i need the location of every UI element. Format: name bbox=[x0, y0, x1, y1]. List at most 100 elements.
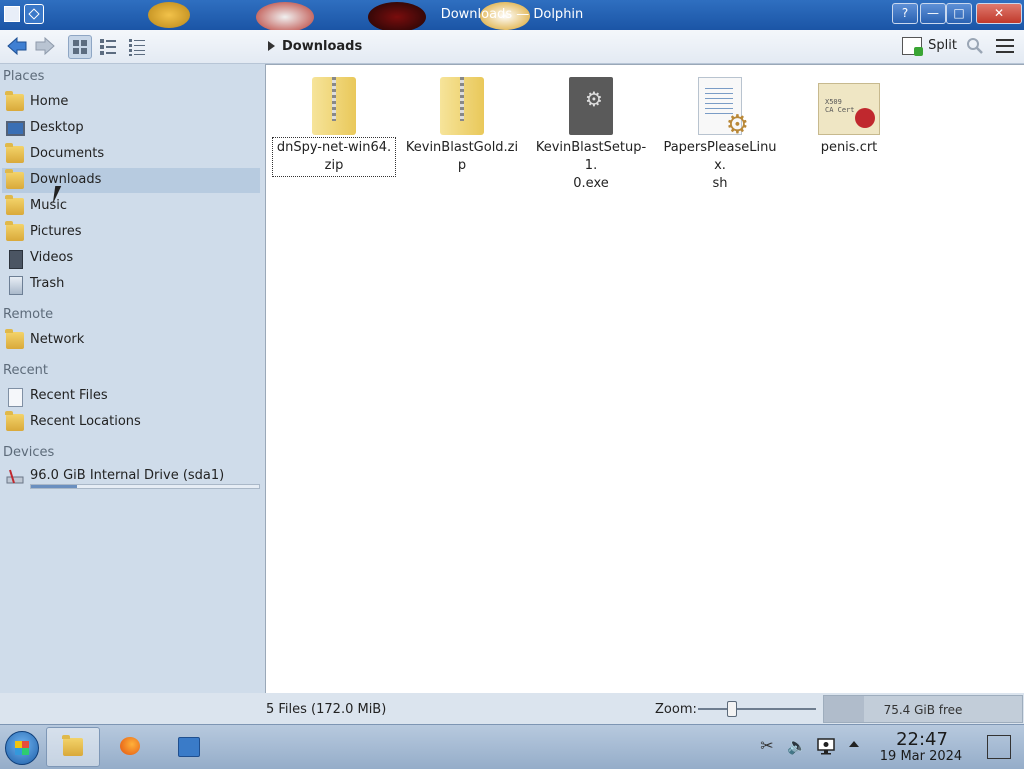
sidebar-item-music[interactable]: Music bbox=[2, 194, 260, 219]
file-item[interactable]: PapersPleaseLinux.sh bbox=[660, 75, 780, 193]
sidebar-item-internal-drive[interactable]: 96.0 GiB Internal Drive (sda1) bbox=[2, 464, 260, 489]
home-folder-icon bbox=[5, 91, 24, 111]
window-title: Downloads — Dolphin bbox=[440, 7, 584, 22]
file-item[interactable]: X509 CA Cert penis.crt bbox=[789, 75, 909, 157]
split-button[interactable]: Split bbox=[902, 35, 957, 57]
sidebar-item-videos[interactable]: Videos bbox=[2, 246, 260, 271]
sidebar-item-desktop[interactable]: Desktop bbox=[2, 116, 260, 141]
free-space-indicator[interactable]: 75.4 GiB free bbox=[823, 695, 1023, 723]
minimize-button[interactable]: — bbox=[920, 3, 946, 24]
zoom-slider[interactable] bbox=[698, 701, 816, 717]
system-settings-task[interactable] bbox=[162, 727, 214, 765]
network-monitor-icon[interactable] bbox=[817, 737, 835, 755]
places-panel: Places Home Desktop Documents Downloads … bbox=[0, 64, 264, 692]
file-name: KevinBlastGold.zip bbox=[405, 140, 519, 173]
file-view[interactable]: dnSpy-net-win64.zip KevinBlastGold.zip K… bbox=[265, 64, 1024, 693]
drive-usage-fill bbox=[31, 485, 77, 488]
close-button[interactable]: ✕ bbox=[976, 3, 1022, 24]
hard-drive-icon bbox=[6, 469, 24, 484]
sidebar-item-label: 96.0 GiB Internal Drive (sda1) bbox=[30, 468, 225, 483]
file-name: dnSpy-net-win64. zip bbox=[272, 137, 396, 177]
shell-script-icon bbox=[698, 77, 749, 140]
status-summary: 5 Files (172.0 MiB) bbox=[266, 702, 387, 717]
clock-date[interactable]: 19 Mar 2024 bbox=[870, 749, 972, 764]
sidebar-item-label: Music bbox=[30, 198, 67, 213]
section-title-devices: Devices bbox=[3, 445, 55, 460]
status-bar: 5 Files (172.0 MiB) Zoom: 75.4 GiB free bbox=[0, 693, 1024, 724]
recent-locations-icon bbox=[5, 411, 24, 431]
split-view-icon bbox=[902, 36, 923, 56]
sidebar-item-label: Desktop bbox=[30, 120, 84, 135]
help-button[interactable]: ? bbox=[892, 3, 918, 24]
taskbar: ✂ 🔈 22:47 19 Mar 2024 bbox=[0, 724, 1024, 769]
file-item[interactable]: KevinBlastGold.zip bbox=[402, 75, 522, 175]
file-name: KevinBlastSetup-1. 0.exe bbox=[535, 140, 647, 191]
zip-archive-icon bbox=[440, 77, 484, 135]
sidebar-item-downloads[interactable]: Downloads bbox=[2, 168, 260, 193]
desktop-icon bbox=[6, 121, 25, 136]
sidebar-item-label: Home bbox=[30, 94, 69, 109]
section-title-remote: Remote bbox=[3, 307, 54, 322]
drive-usage-bar bbox=[30, 484, 260, 489]
free-space-text: 75.4 GiB free bbox=[883, 703, 963, 717]
hamburger-menu-icon[interactable] bbox=[996, 39, 1014, 53]
back-arrow-icon[interactable] bbox=[6, 35, 28, 57]
file-item[interactable]: dnSpy-net-win64. zip bbox=[272, 75, 396, 177]
breadcrumb-arrow-icon[interactable] bbox=[268, 41, 275, 51]
split-label: Split bbox=[928, 38, 957, 53]
compact-view-icon[interactable] bbox=[97, 35, 119, 57]
zoom-slider-handle[interactable] bbox=[727, 701, 738, 717]
sidebar-item-label: Recent Locations bbox=[30, 414, 141, 429]
sidebar-item-label: Trash bbox=[30, 276, 65, 291]
sidebar-item-home[interactable]: Home bbox=[2, 90, 260, 115]
clipboard-scissors-icon[interactable]: ✂ bbox=[758, 737, 776, 755]
file-manager-task[interactable] bbox=[46, 727, 100, 767]
executable-icon bbox=[569, 77, 613, 135]
zoom-label: Zoom: bbox=[655, 702, 697, 717]
show-desktop-button[interactable] bbox=[987, 735, 1011, 759]
sidebar-item-pictures[interactable]: Pictures bbox=[2, 220, 260, 245]
sidebar-item-recent-locations[interactable]: Recent Locations bbox=[2, 410, 260, 435]
toolbar: Downloads Split bbox=[0, 30, 1024, 64]
file-name: PapersPleaseLinux. sh bbox=[663, 140, 777, 191]
sidebar-item-label: Network bbox=[30, 332, 85, 347]
downloads-folder-icon bbox=[5, 169, 24, 189]
file-name: penis.crt bbox=[820, 140, 878, 155]
videos-folder-icon bbox=[9, 250, 23, 269]
firefox-icon bbox=[120, 737, 140, 755]
sidebar-item-label: Documents bbox=[30, 146, 105, 161]
title-bar[interactable]: Downloads — Dolphin ? — □ ✕ bbox=[0, 0, 1024, 32]
clock-time[interactable]: 22:47 bbox=[880, 729, 964, 750]
sidebar-item-documents[interactable]: Documents bbox=[2, 142, 260, 167]
section-title-places: Places bbox=[3, 69, 45, 84]
sidebar-item-label: Recent Files bbox=[30, 388, 108, 403]
start-menu-button[interactable] bbox=[5, 731, 39, 765]
pictures-folder-icon bbox=[5, 221, 24, 241]
certificate-icon-text: X509 CA Cert bbox=[825, 98, 855, 114]
section-title-recent: Recent bbox=[3, 363, 48, 378]
network-folder-icon bbox=[5, 329, 24, 349]
file-item[interactable]: KevinBlastSetup-1.0.exe bbox=[531, 75, 651, 193]
system-settings-icon bbox=[178, 737, 200, 757]
sidebar-item-label: Downloads bbox=[30, 172, 102, 187]
volume-icon[interactable]: 🔈 bbox=[787, 737, 807, 755]
sidebar-item-network[interactable]: Network bbox=[2, 328, 260, 353]
maximize-button[interactable]: □ bbox=[946, 3, 972, 24]
details-view-icon[interactable] bbox=[126, 35, 148, 57]
folder-icon bbox=[62, 735, 83, 756]
search-icon[interactable] bbox=[966, 37, 984, 55]
sidebar-item-recent-files[interactable]: Recent Files bbox=[2, 384, 260, 409]
sidebar-item-trash[interactable]: Trash bbox=[2, 272, 260, 297]
documents-folder-icon bbox=[5, 143, 24, 163]
sidebar-item-label: Pictures bbox=[30, 224, 82, 239]
firefox-task[interactable] bbox=[104, 727, 156, 765]
tray-expand-arrow-icon[interactable] bbox=[849, 741, 859, 747]
certificate-icon: X509 CA Cert bbox=[818, 83, 880, 135]
forward-arrow-icon[interactable] bbox=[34, 35, 56, 57]
icons-view-icon[interactable] bbox=[68, 35, 92, 59]
sidebar-item-label: Videos bbox=[30, 250, 74, 265]
music-folder-icon bbox=[5, 195, 24, 215]
trash-icon bbox=[9, 276, 23, 295]
breadcrumb[interactable]: Downloads bbox=[282, 39, 362, 54]
recent-files-icon bbox=[8, 388, 23, 407]
